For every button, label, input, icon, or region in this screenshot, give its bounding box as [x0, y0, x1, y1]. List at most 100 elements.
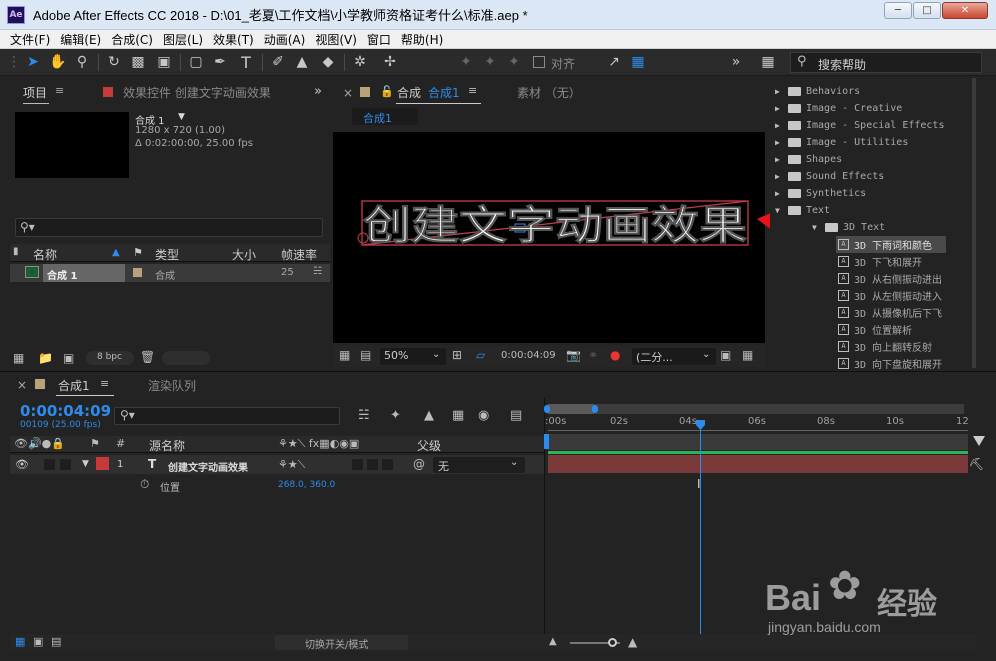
- layer-duration-bar[interactable]: [548, 455, 968, 473]
- maximize-button[interactable]: □: [913, 2, 941, 19]
- work-area-bar[interactable]: [548, 404, 964, 414]
- switch-box[interactable]: [352, 459, 363, 470]
- workspace-icon[interactable]: ▦: [758, 53, 778, 71]
- preset-item[interactable]: A 3D 从右侧振动进出: [838, 270, 942, 287]
- close-tab-icon[interactable]: ×: [17, 378, 27, 392]
- new-composition-icon[interactable]: ▣: [63, 351, 74, 365]
- effects-scrollbar[interactable]: [972, 78, 976, 368]
- menu-layer[interactable]: 图层(L): [163, 31, 203, 48]
- label-column-icon[interactable]: ⚑: [90, 437, 100, 450]
- in-out-icon[interactable]: ▤: [51, 635, 61, 648]
- property-value[interactable]: 268.0, 360.0: [278, 480, 335, 490]
- safe-zones-icon[interactable]: ⊞: [452, 348, 462, 362]
- zoom-tool-icon[interactable]: ⚲: [72, 53, 92, 71]
- label-color-swatch[interactable]: [133, 268, 142, 277]
- pan-behind-tool-icon[interactable]: ▣: [154, 53, 174, 71]
- current-time-display[interactable]: 0:00:04:09: [20, 402, 111, 420]
- zoom-slider-thumb[interactable]: [608, 638, 617, 647]
- column-size[interactable]: 大小: [232, 246, 256, 263]
- minimize-button[interactable]: ─: [884, 2, 912, 19]
- parent-pickwhip-icon[interactable]: @: [413, 457, 425, 471]
- interpret-footage-icon[interactable]: ▦: [13, 351, 24, 365]
- preset-item[interactable]: A 3D 下飞和展开: [838, 253, 922, 270]
- menu-file[interactable]: 文件(F): [10, 31, 50, 48]
- monitor-icon[interactable]: ▤: [360, 348, 371, 362]
- layer-switches-toggle-icon[interactable]: ▦: [15, 635, 25, 648]
- layer-marker-icon[interactable]: ⛏: [969, 457, 984, 471]
- timeline-search-input[interactable]: [114, 407, 340, 425]
- project-footer-slider[interactable]: [162, 351, 210, 365]
- effects-folder-3d-text[interactable]: ▼ 3D Text: [812, 219, 885, 236]
- column-fps[interactable]: 帧速率: [281, 246, 317, 263]
- column-parent[interactable]: 父级: [417, 437, 441, 454]
- pen-tool-icon[interactable]: ✒: [210, 53, 230, 71]
- preset-item[interactable]: A 3D 向下盘旋和展开: [838, 355, 942, 372]
- effects-folder-image-special[interactable]: ▶ Image - Special Effects: [775, 117, 944, 134]
- lock-toggle[interactable]: [60, 459, 71, 470]
- effects-folder-synthetics[interactable]: ▶ Synthetics: [775, 185, 866, 202]
- effects-folder-image-creative[interactable]: ▶ Image - Creative: [775, 100, 902, 117]
- work-area-start-handle[interactable]: [544, 405, 550, 413]
- layer-switches-icons[interactable]: ⚘★⟍: [278, 458, 305, 472]
- tab-project[interactable]: 项目: [23, 84, 47, 101]
- column-name[interactable]: 名称: [33, 246, 57, 263]
- tab-timeline-comp[interactable]: 合成1: [58, 377, 90, 394]
- close-tab-icon[interactable]: ×: [343, 86, 353, 100]
- expand-toolbar-icon[interactable]: »: [726, 53, 746, 71]
- frame-blending-icon[interactable]: ▦: [452, 408, 464, 423]
- menu-effect[interactable]: 效果(T): [213, 31, 254, 48]
- menu-view[interactable]: 视图(V): [315, 31, 357, 48]
- menu-window[interactable]: 窗口: [367, 31, 391, 48]
- color-channels-icon[interactable]: ●: [610, 348, 620, 362]
- tab-effect-controls[interactable]: 效果控件 创建文字动画效果: [123, 84, 271, 101]
- tab-render-queue[interactable]: 渲染队列: [148, 377, 196, 394]
- brush-tool-icon[interactable]: ✐: [268, 53, 288, 71]
- panel-menu-icon[interactable]: ≡: [55, 84, 64, 97]
- effects-folder-behaviors[interactable]: ▶ Behaviors: [775, 83, 860, 100]
- zoom-in-icon[interactable]: ▲: [628, 635, 637, 649]
- snapshot-icon[interactable]: 📷: [566, 348, 581, 362]
- menu-edit[interactable]: 编辑(E): [60, 31, 101, 48]
- region-of-interest-icon[interactable]: ▣: [720, 348, 731, 362]
- transfer-controls-icon[interactable]: ▣: [33, 635, 43, 648]
- composition-viewer[interactable]: 创建文字动画效果: [333, 132, 765, 343]
- snap-options-icon[interactable]: ↗: [604, 53, 624, 71]
- trash-icon[interactable]: 🗑: [140, 350, 155, 364]
- always-preview-icon[interactable]: ▦: [339, 348, 350, 362]
- panel-menu-icon[interactable]: ≡: [100, 377, 109, 390]
- shy-layers-icon[interactable]: ▲: [424, 408, 434, 423]
- clone-stamp-tool-icon[interactable]: ▲: [292, 53, 312, 71]
- preset-item-selected[interactable]: A 3D 下雨词和颜色: [838, 236, 932, 253]
- stopwatch-icon[interactable]: ⏱: [140, 477, 149, 492]
- flowchart-icon[interactable]: ☵: [313, 266, 322, 277]
- menu-help[interactable]: 帮助(H): [401, 31, 443, 48]
- puppet-pin-tool-icon[interactable]: ✢: [380, 53, 400, 71]
- work-area-range[interactable]: [548, 404, 594, 414]
- sort-ascending-icon[interactable]: ▲: [112, 247, 120, 258]
- layer-label-color[interactable]: [96, 457, 109, 470]
- rotate-tool-icon[interactable]: ↻: [104, 53, 124, 71]
- mask-visibility-icon[interactable]: ▱: [476, 348, 485, 362]
- snap-grid-icon[interactable]: ▦: [628, 53, 648, 71]
- graph-editor-icon[interactable]: ▤: [510, 408, 522, 423]
- switch-box[interactable]: [382, 459, 393, 470]
- effects-folder-sound[interactable]: ▶ Sound Effects: [775, 168, 884, 185]
- camera-tool-icon[interactable]: ▩: [128, 53, 148, 71]
- effects-folder-text[interactable]: ▼ Text: [775, 202, 830, 219]
- eye-icon[interactable]: 👁: [15, 458, 29, 471]
- layer-name[interactable]: 创建文字动画效果: [168, 459, 248, 474]
- show-snapshot-icon[interactable]: ⚭: [588, 348, 598, 362]
- align-checkbox[interactable]: [533, 56, 545, 68]
- draft-3d-icon[interactable]: ✦: [390, 408, 401, 423]
- preset-item[interactable]: A 3D 位置解析: [838, 321, 912, 338]
- column-type[interactable]: 类型: [155, 246, 179, 263]
- item-dropdown-icon[interactable]: ▼: [178, 112, 185, 122]
- lock-icon[interactable]: 🔓: [380, 85, 394, 98]
- hand-tool-icon[interactable]: ✋: [48, 53, 68, 71]
- comp-end-marker[interactable]: [973, 436, 985, 446]
- zoom-out-icon[interactable]: ▲: [549, 636, 557, 647]
- collapse-arrow-icon[interactable]: ▼: [82, 459, 89, 469]
- work-area-end-handle[interactable]: [592, 405, 598, 413]
- tab-composition[interactable]: 合成1: [428, 84, 460, 101]
- transparency-grid-icon[interactable]: ▦: [742, 348, 753, 362]
